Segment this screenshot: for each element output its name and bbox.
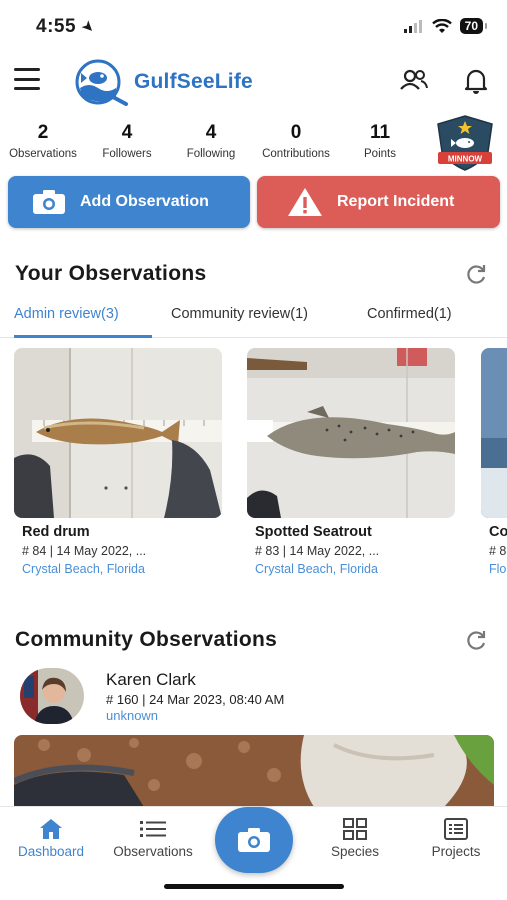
stat-label: Points [364,148,396,160]
add-observation-label: Add Observation [80,193,209,210]
status-bar: 4:55 ➤ 70 [0,0,507,52]
observation-location[interactable]: Flo [489,562,507,576]
community-observation-photo[interactable] [14,735,494,807]
observation-tabs: Admin review(3) Community review(1) Conf… [0,300,507,338]
warning-icon [287,187,323,217]
refresh-icon[interactable] [465,630,487,652]
cellular-signal-icon [403,20,422,33]
refresh-icon[interactable] [465,264,487,286]
battery-indicator: 70 [459,18,488,34]
people-icon[interactable] [400,68,428,92]
nav-observations[interactable]: Observations [102,817,204,859]
nav-species[interactable]: Species [314,817,396,859]
add-observation-button[interactable]: Add Observation [8,176,250,228]
stat-label: Contributions [262,148,330,160]
stat-label: Observations [9,148,77,160]
nav-dashboard[interactable]: Dashboard [8,817,94,859]
observation-card[interactable]: Co # 8 Flo [481,348,507,576]
app-logo: GulfSeeLife [72,58,253,106]
nav-label: Dashboard [17,844,85,859]
tab-community-review[interactable]: Community review(1) [171,306,308,322]
observation-location[interactable]: unknown [106,708,158,723]
observation-location[interactable]: Crystal Beach, Florida [255,562,455,576]
camera-capture-button[interactable] [215,807,293,873]
observation-photo [481,348,507,518]
your-observations-title: Your Observations [15,262,207,285]
list-icon [102,817,204,841]
status-time: 4:55 ➤ [36,16,99,38]
species-name: Co [489,524,507,540]
stat-points[interactable]: 11 Points [337,122,423,160]
community-observations-title: Community Observations [15,628,278,651]
camera-icon [238,828,270,852]
nav-label: Species [330,844,380,859]
stat-value: 0 [290,122,302,143]
species-name: Red drum [22,524,90,540]
stat-observations[interactable]: 2 Observations [0,122,86,160]
community-observation-item[interactable]: Karen Clark # 160 | 24 Mar 2023, 08:40 A… [0,666,507,726]
home-indicator [164,884,344,889]
observation-meta: # 8 [489,544,507,558]
nav-label: Projects [431,844,481,859]
clock-text: 4:55 [36,16,77,37]
status-icons: 70 [403,18,488,34]
rank-badge[interactable]: MINNOW [432,114,498,172]
stat-label: Following [186,148,236,160]
stat-value: 4 [205,122,217,143]
stat-following[interactable]: 4 Following [168,122,254,160]
app-name: GulfSeeLife [134,70,253,93]
observer-name[interactable]: Karen Clark [106,670,196,690]
camera-icon [32,189,66,215]
projects-icon [414,817,498,841]
app-header: GulfSeeLife [0,56,507,108]
stat-value: 4 [121,122,133,143]
observation-meta: # 160 | 24 Mar 2023, 08:40 AM [106,692,285,707]
minnow-shield-icon: MINNOW [437,115,493,171]
location-arrow-icon: ➤ [77,16,99,38]
menu-icon[interactable] [14,68,40,90]
observation-meta: # 83 | 14 May 2022, ... [255,544,380,558]
logo-emblem-icon [75,59,128,106]
observation-photo [247,348,455,518]
home-icon [8,817,94,841]
tab-confirmed[interactable]: Confirmed(1) [367,306,452,322]
report-incident-label: Report Incident [337,193,455,210]
observation-card[interactable]: Red drum # 84 | 14 May 2022, ... Crystal… [14,348,222,576]
stat-value: 2 [37,122,49,143]
stat-followers[interactable]: 4 Followers [84,122,170,160]
observation-photo [14,348,222,518]
active-tab-indicator [14,335,152,338]
notifications-bell-icon[interactable] [464,68,488,94]
nav-label: Observations [113,844,193,859]
report-incident-button[interactable]: Report Incident [257,176,500,228]
wifi-icon [431,18,452,33]
stat-contributions[interactable]: 0 Contributions [253,122,339,160]
tab-admin-review[interactable]: Admin review(3) [14,306,119,322]
profile-stats: 2 Observations 4 Followers 4 Following 0… [0,122,430,166]
observation-card[interactable]: Spotted Seatrout # 83 | 14 May 2022, ...… [247,348,455,576]
avatar[interactable] [20,668,84,724]
grid-icon [314,817,396,841]
nav-projects[interactable]: Projects [414,817,498,859]
observation-location[interactable]: Crystal Beach, Florida [22,562,222,576]
observation-meta: # 84 | 14 May 2022, ... [22,544,147,558]
stat-value: 11 [369,122,391,143]
stat-label: Followers [102,148,152,160]
species-name: Spotted Seatrout [255,524,372,540]
badge-label: MINNOW [448,155,483,164]
